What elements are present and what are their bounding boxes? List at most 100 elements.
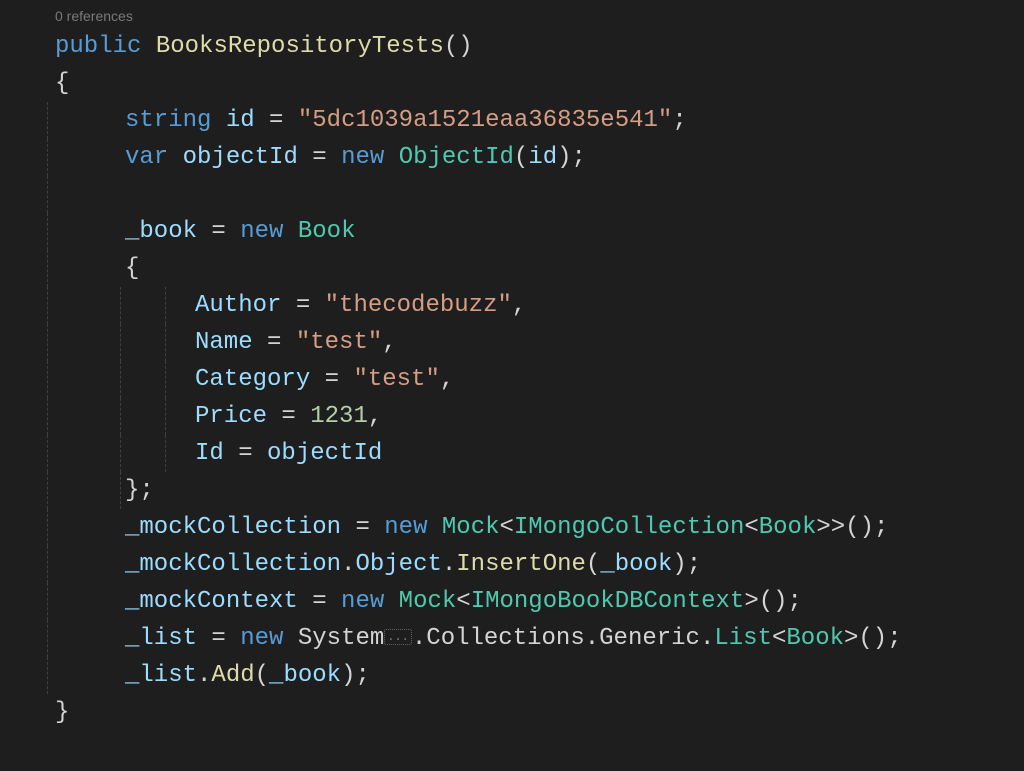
token-punct: . [341, 551, 355, 578]
token-white [283, 107, 297, 134]
code-line[interactable]: Price = 1231, [0, 398, 1024, 435]
code-content[interactable]: _list.Add(_book); [40, 657, 370, 694]
code-line[interactable]: }; [0, 472, 1024, 509]
code-line[interactable]: Category = "test", [0, 361, 1024, 398]
code-line[interactable]: Author = "thecodebuzz", [0, 287, 1024, 324]
token-dots: ... [384, 629, 412, 645]
gutter [0, 472, 40, 509]
code-container[interactable]: public BooksRepositoryTests(){string id … [0, 28, 1024, 731]
token-white [310, 292, 324, 319]
code-content[interactable]: _mockCollection.Object.InsertOne(_book); [40, 546, 701, 583]
token-punct: { [125, 255, 139, 282]
token-var: _list [125, 662, 197, 689]
token-punct: . [442, 551, 456, 578]
token-var: _list [125, 625, 197, 652]
code-content[interactable]: Category = "test", [40, 361, 454, 398]
token-white [253, 440, 267, 467]
codelens-references[interactable]: 0 references [55, 8, 1024, 24]
token-num: 1231 [310, 403, 368, 430]
code-line[interactable]: _list.Add(_book); [0, 657, 1024, 694]
token-punct: = [355, 514, 369, 541]
token-punct: } [55, 699, 69, 726]
gutter [0, 139, 40, 176]
code-line[interactable] [0, 176, 1024, 213]
code-content[interactable]: Price = 1231, [40, 398, 382, 435]
code-content[interactable]: var objectId = new ObjectId(id); [40, 139, 586, 176]
token-punct: = [312, 144, 326, 171]
gutter [0, 398, 40, 435]
token-var: Category [195, 366, 310, 393]
token-type: Book [786, 625, 844, 652]
token-kw: new [240, 625, 283, 652]
code-content[interactable]: string id = "5dc1039a1521eaa36835e541"; [40, 102, 687, 139]
code-line[interactable]: } [0, 694, 1024, 731]
token-type: Book [298, 218, 356, 245]
code-line[interactable]: Name = "test", [0, 324, 1024, 361]
token-punct: = [267, 329, 281, 356]
token-kw: new [341, 144, 384, 171]
token-punct: , [382, 329, 396, 356]
code-line[interactable]: public BooksRepositoryTests() [0, 28, 1024, 65]
indent-guide [47, 435, 48, 472]
token-white: Generic [599, 625, 700, 652]
code-line[interactable]: var objectId = new ObjectId(id); [0, 139, 1024, 176]
code-line[interactable]: string id = "5dc1039a1521eaa36835e541"; [0, 102, 1024, 139]
code-content[interactable]: { [40, 65, 69, 102]
token-var: Id [195, 440, 224, 467]
token-white [327, 588, 341, 615]
token-white [253, 329, 267, 356]
code-line[interactable]: _mockCollection.Object.InsertOne(_book); [0, 546, 1024, 583]
code-line[interactable]: { [0, 250, 1024, 287]
token-punct: = [325, 366, 339, 393]
token-kw: new [384, 514, 427, 541]
indent-guide [47, 287, 48, 324]
code-editor[interactable]: 0 references public BooksRepositoryTests… [0, 0, 1024, 771]
token-str: "5dc1039a1521eaa36835e541" [298, 107, 672, 134]
code-line[interactable]: _list = new System....Collections.Generi… [0, 620, 1024, 657]
token-white [327, 144, 341, 171]
token-punct: ( [255, 662, 269, 689]
token-punct: ; [672, 107, 686, 134]
indent-guide [165, 435, 166, 472]
token-white [226, 218, 240, 245]
code-line[interactable]: Id = objectId [0, 435, 1024, 472]
indent-guide [47, 472, 48, 509]
code-content[interactable]: _mockCollection = new Mock<IMongoCollect… [40, 509, 888, 546]
gutter [0, 176, 40, 213]
code-line[interactable]: { [0, 65, 1024, 102]
token-punct: . [412, 625, 426, 652]
token-punct: , [440, 366, 454, 393]
gutter [0, 361, 40, 398]
code-content[interactable]: _list = new System....Collections.Generi… [40, 620, 902, 660]
indent-guide [47, 324, 48, 361]
code-line[interactable]: _book = new Book [0, 213, 1024, 250]
token-white [197, 218, 211, 245]
token-punct: = [269, 107, 283, 134]
token-kw: new [240, 218, 283, 245]
token-white [267, 403, 281, 430]
code-line[interactable]: _mockCollection = new Mock<IMongoCollect… [0, 509, 1024, 546]
token-white [298, 588, 312, 615]
indent-guide [47, 620, 48, 657]
indent-guide [120, 287, 121, 324]
gutter [0, 287, 40, 324]
code-line[interactable]: _mockContext = new Mock<IMongoBookDBCont… [0, 583, 1024, 620]
code-content[interactable]: _book = new Book [40, 213, 355, 250]
code-content[interactable]: } [40, 694, 69, 731]
code-content[interactable]: Name = "test", [40, 324, 397, 361]
gutter [0, 28, 40, 65]
token-white [339, 366, 353, 393]
token-var: id [528, 144, 557, 171]
code-content[interactable]: { [40, 250, 139, 287]
code-content[interactable]: Author = "thecodebuzz", [40, 287, 526, 324]
code-content[interactable]: Id = objectId [40, 435, 382, 472]
token-punct: , [368, 403, 382, 430]
token-white [197, 625, 211, 652]
code-content[interactable]: }; [40, 472, 154, 509]
token-punct: ( [514, 144, 528, 171]
token-var: _mockCollection [125, 514, 341, 541]
code-content[interactable]: _mockContext = new Mock<IMongoBookDBCont… [40, 583, 802, 620]
token-var: _book [269, 662, 341, 689]
code-content[interactable]: public BooksRepositoryTests() [40, 28, 473, 65]
token-var: id [226, 107, 255, 134]
